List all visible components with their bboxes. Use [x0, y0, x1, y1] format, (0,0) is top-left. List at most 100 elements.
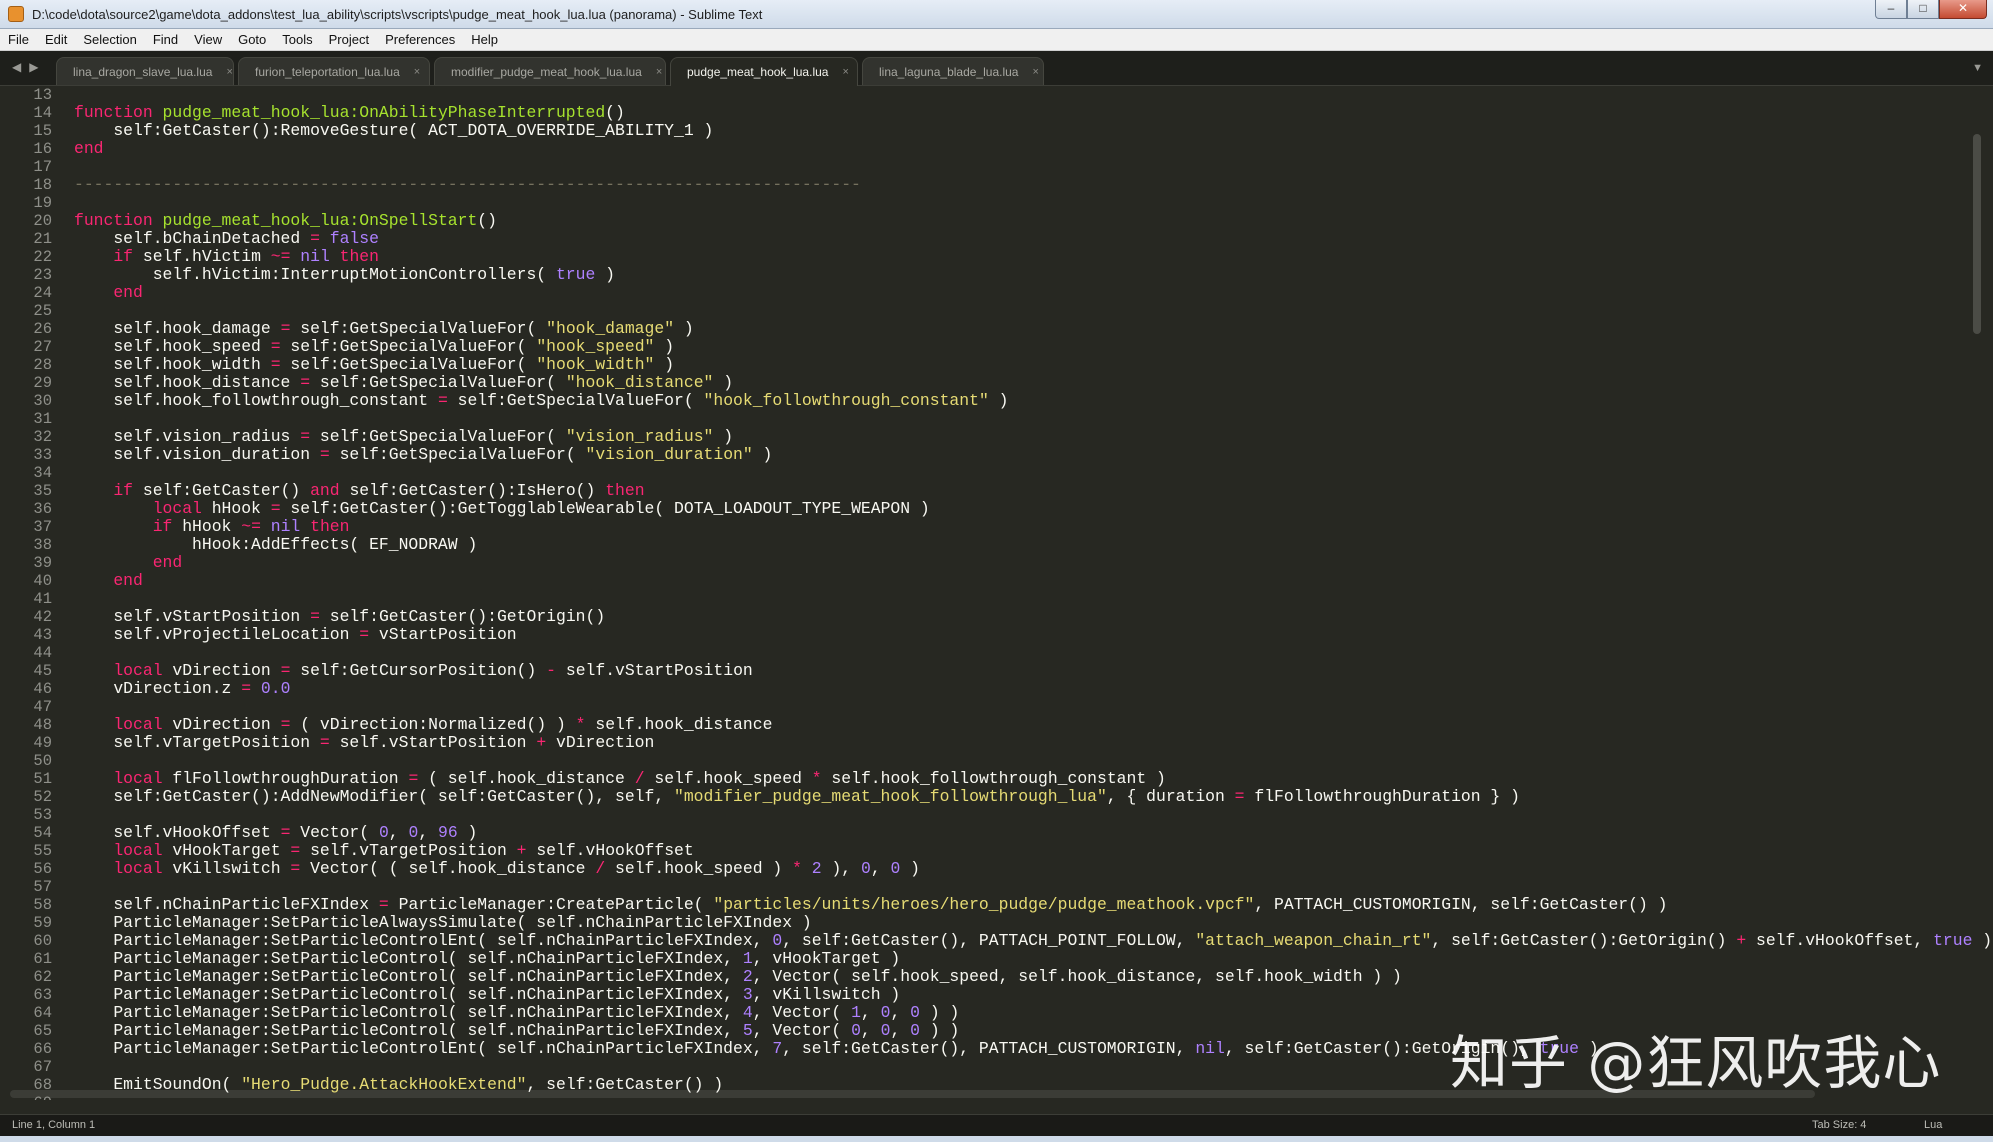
code-token: vDirection [546, 733, 655, 752]
watermark: 知乎 @狂风吹我心 [1450, 1029, 1942, 1097]
code-token: 0 [880, 1021, 891, 1040]
code-line[interactable]: 61 ParticleManager:SetParticleControl( s… [0, 950, 1970, 969]
code-line[interactable]: 41 [0, 590, 1970, 608]
code-line[interactable]: 32 self.vision_radius = self:GetSpecialV… [0, 428, 1970, 447]
code-line[interactable]: 59 ParticleManager:SetParticleAlwaysSimu… [0, 914, 1970, 933]
code-line[interactable]: 13 [0, 86, 1970, 104]
code-line[interactable]: 30 self.hook_followthrough_constant = se… [0, 391, 1970, 411]
line-number: 24 [33, 284, 52, 302]
code-line[interactable]: 56 local vKillswitch = Vector( ( self.ho… [0, 860, 1970, 879]
code-line[interactable]: 23 self.hVictim:InterruptMotionControlle… [0, 266, 1970, 285]
code-line[interactable]: 26 self.hook_damage = self:GetSpecialVal… [0, 319, 1970, 339]
minimize-button[interactable]: – [1875, 0, 1907, 19]
code-line[interactable]: 51 local flFollowthroughDuration = ( sel… [0, 770, 1970, 789]
code-line[interactable]: 47 [0, 698, 1970, 716]
code-token: ParticleManager:SetParticleControl( self… [74, 1003, 743, 1022]
menu-view[interactable]: View [186, 29, 230, 50]
syntax-indicator[interactable]: Lua [1924, 1119, 1942, 1131]
menu-goto[interactable]: Goto [230, 29, 274, 50]
tab-close-icon[interactable]: × [414, 66, 420, 78]
code-line[interactable]: 34 [0, 464, 1970, 482]
code-line[interactable]: 52 self:GetCaster():AddNewModifier( self… [0, 788, 1970, 807]
close-button[interactable]: ✕ [1939, 0, 1987, 19]
code-token: , self:GetCaster(), PATTACH_CUSTOMORIGIN… [782, 1039, 1196, 1058]
code-line[interactable]: 58 self.nChainParticleFXIndex = Particle… [0, 896, 1970, 915]
code-line[interactable]: 20 function pudge_meat_hook_lua:OnSpellSt… [0, 211, 1970, 231]
tab-lina-dragon-slave[interactable]: lina_dragon_slave_lua.lua × [56, 57, 234, 85]
code-line[interactable]: 57 [0, 878, 1970, 896]
code-text: self.hVictim:InterruptMotionControllers(… [74, 266, 615, 284]
code-line[interactable]: 46 vDirection.z = 0.0 [0, 680, 1970, 699]
menu-project[interactable]: Project [321, 29, 377, 50]
code-line[interactable]: 50 [0, 752, 1970, 770]
tab-pudge-meat-hook[interactable]: pudge_meat_hook_lua.lua × [670, 57, 858, 86]
tab-dropdown-icon[interactable]: ▼ [1972, 62, 1983, 74]
tab-forward-icon[interactable]: ▶ [29, 60, 38, 74]
code-line[interactable]: 15 self:GetCaster():RemoveGesture( ACT_D… [0, 122, 1970, 141]
code-token: ) [674, 319, 694, 338]
code-line[interactable]: 60 ParticleManager:SetParticleControlEnt… [0, 932, 1992, 951]
code-line[interactable]: 37 if hHook ~= nil then [0, 518, 1970, 537]
code-token: () [477, 211, 497, 230]
tab-back-icon[interactable]: ◀ [12, 60, 21, 74]
line-number: 18 [33, 176, 52, 194]
code-line[interactable]: 43 self.vProjectileLocation = vStartPosi… [0, 625, 1970, 645]
code-text: ParticleManager:SetParticleControl( self… [74, 1004, 959, 1022]
tab-close-icon[interactable]: × [226, 66, 232, 78]
code-line[interactable]: 33 self.vision_duration = self:GetSpecia… [0, 446, 1970, 465]
code-line[interactable]: 31 [0, 410, 1970, 428]
code-line[interactable]: 24 end [0, 284, 1970, 303]
code-line[interactable]: 16 end [0, 140, 1970, 159]
tab-furion-teleportation[interactable]: furion_teleportation_lua.lua × [238, 57, 430, 85]
menu-preferences[interactable]: Preferences [377, 29, 463, 50]
code-text: ParticleManager:SetParticleControl( self… [74, 986, 900, 1004]
line-number: 58 [33, 896, 52, 914]
tab-close-icon[interactable]: × [656, 66, 662, 78]
code-token: pudge_meat_hook_lua:OnSpellStart [162, 211, 478, 230]
code-line[interactable]: 63 ParticleManager:SetParticleControl( s… [0, 986, 1970, 1005]
code-line[interactable]: 53 [0, 806, 1970, 824]
line-number: 64 [33, 1004, 52, 1022]
code-line[interactable]: 21 self.bChainDetached = false [0, 230, 1970, 249]
code-line[interactable]: 18 --------------------------------------… [0, 176, 1970, 195]
tab-close-icon[interactable]: × [842, 66, 848, 78]
code-line[interactable]: 22 if self.hVictim ~= nil then [0, 248, 1970, 267]
code-line[interactable]: 17 [0, 158, 1970, 176]
code-line[interactable]: 49 self.vTargetPosition = self.vStartPos… [0, 733, 1970, 753]
code-line[interactable]: 35 if self:GetCaster() and self:GetCaste… [0, 482, 1970, 501]
scrollbar-thumb[interactable] [1973, 134, 1981, 334]
menu-find[interactable]: Find [145, 29, 186, 50]
code-line[interactable]: 62 ParticleManager:SetParticleControl( s… [0, 968, 1970, 987]
code-line[interactable]: 55 local vHookTarget = self.vTargetPosit… [0, 842, 1970, 861]
tab-close-icon[interactable]: × [1032, 66, 1038, 78]
code-line[interactable]: 40 end [0, 572, 1970, 591]
code-token: vStartPosition [369, 625, 517, 644]
menu-help[interactable]: Help [463, 29, 506, 50]
tab-lina-laguna-blade[interactable]: lina_laguna_blade_lua.lua × [862, 57, 1044, 85]
code-line[interactable]: 44 [0, 644, 1970, 662]
code-line[interactable]: 28 self.hook_width = self:GetSpecialValu… [0, 356, 1970, 375]
code-line[interactable]: 25 [0, 302, 1970, 320]
code-line[interactable]: 27 self.hook_speed = self:GetSpecialValu… [0, 338, 1970, 357]
code-token: "hook_followthrough_constant" [703, 391, 989, 410]
code-line[interactable]: 29 self.hook_distance = self:GetSpecialV… [0, 374, 1970, 393]
code-line[interactable]: 19 [0, 194, 1970, 212]
menu-tools[interactable]: Tools [274, 29, 320, 50]
menu-selection[interactable]: Selection [75, 29, 144, 50]
code-token: = [270, 499, 281, 518]
code-editor[interactable]: 13 14 function pudge_meat_hook_lua:OnAbili… [0, 86, 1993, 1100]
code-token: ( vDirection:Normalized() ) [290, 715, 576, 734]
code-line[interactable]: 36 local hHook = self:GetCaster():GetTog… [0, 499, 1970, 519]
code-line[interactable]: 42 self.vStartPosition = self:GetCaster(… [0, 608, 1970, 627]
code-line[interactable]: 54 self.vHookOffset = Vector( 0, 0, 96 ) [0, 824, 1970, 843]
maximize-button[interactable]: □ [1907, 0, 1939, 19]
code-line[interactable]: 14 function pudge_meat_hook_lua:OnAbility… [0, 104, 1970, 123]
menu-edit[interactable]: Edit [37, 29, 75, 50]
tab-modifier-pudge-meat-hook[interactable]: modifier_pudge_meat_hook_lua.lua × [434, 57, 666, 85]
code-line[interactable]: 38 hHook:AddEffects( EF_NODRAW ) [0, 536, 1970, 555]
code-line[interactable]: 39 end [0, 554, 1970, 573]
code-line[interactable]: 45 local vDirection = self:GetCursorPosi… [0, 662, 1970, 681]
tab-size-indicator[interactable]: Tab Size: 4 [1812, 1119, 1866, 1131]
code-line[interactable]: 48 local vDirection = ( vDirection:Norma… [0, 715, 1970, 735]
menu-file[interactable]: File [0, 29, 37, 50]
